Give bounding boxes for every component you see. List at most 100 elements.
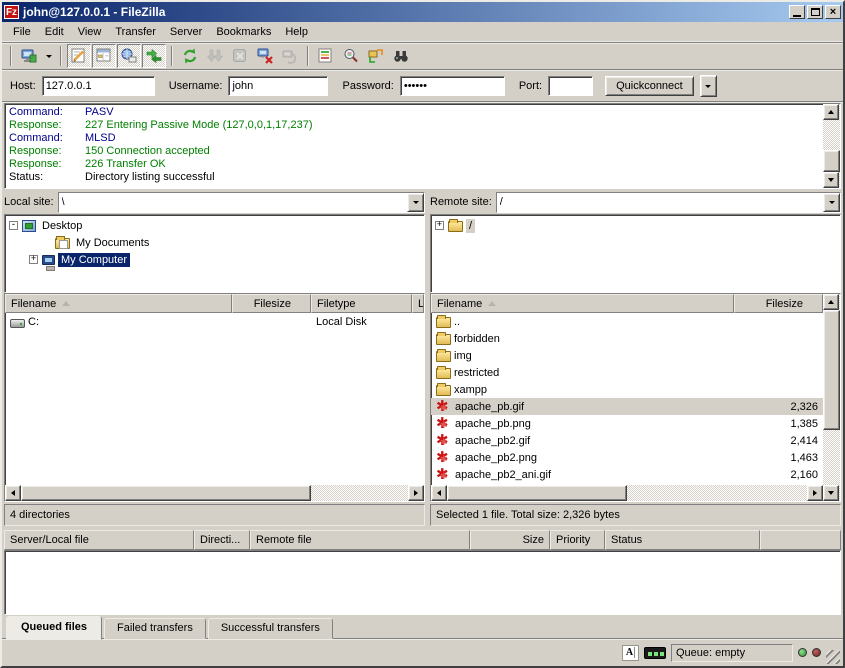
scroll-left-button[interactable]	[431, 485, 447, 501]
log-entry-text: 150 Connection accepted	[85, 145, 210, 158]
local-site-input[interactable]	[59, 193, 407, 212]
file-row[interactable]: apache_pb2.gif 2,414	[431, 432, 823, 449]
site-manager-button[interactable]	[17, 44, 41, 68]
column-header[interactable]: Filesize	[734, 294, 823, 313]
column-header[interactable]: Filesize	[232, 294, 311, 313]
remote-list-vscrollbar[interactable]	[823, 294, 840, 501]
menu-item[interactable]: Bookmarks	[209, 24, 278, 40]
menu-item[interactable]: View	[71, 24, 109, 40]
scrollbar-thumb[interactable]	[447, 485, 627, 501]
file-icon	[436, 385, 451, 396]
synchronized-browsing-button[interactable]	[364, 44, 388, 68]
file-icon	[436, 334, 451, 345]
tree-item-label[interactable]: My Documents	[73, 236, 152, 250]
queue-column-header[interactable]: Directi...	[194, 530, 250, 550]
refresh-button[interactable]	[178, 44, 202, 68]
tree-item[interactable]: My Documents	[5, 234, 424, 251]
tree-item-label[interactable]: /	[466, 219, 475, 233]
chevron-down-icon	[46, 55, 52, 61]
reconnect-button[interactable]	[278, 44, 302, 68]
queue-column-header[interactable]: Remote file	[250, 530, 470, 550]
queue-tab[interactable]: Failed transfers	[104, 618, 206, 639]
toggle-message-log-button[interactable]	[67, 44, 91, 68]
port-input[interactable]	[548, 76, 593, 96]
menu-item[interactable]: File	[6, 24, 38, 40]
tree-item[interactable]: + My Computer	[5, 251, 424, 268]
scroll-right-button[interactable]	[807, 485, 823, 501]
queue-column-header[interactable]: Size	[470, 530, 550, 550]
host-input[interactable]	[42, 76, 155, 96]
scrollbar-thumb[interactable]	[823, 310, 840, 430]
queue-tab[interactable]: Successful transfers	[208, 618, 333, 639]
queue-column-header[interactable]	[760, 530, 841, 550]
file-row[interactable]: ..	[431, 313, 823, 330]
column-header-label: Filetype	[317, 298, 356, 310]
column-header[interactable]: Filename	[431, 294, 734, 313]
close-button[interactable]: ×	[825, 5, 841, 19]
scroll-up-button[interactable]	[823, 294, 839, 310]
file-row[interactable]: restricted	[431, 364, 823, 381]
filter-button[interactable]	[314, 44, 338, 68]
scrollbar-thumb[interactable]	[21, 485, 311, 501]
menu-item[interactable]: Transfer	[108, 24, 163, 40]
file-list-panes: Filename Filesize Filetype	[2, 293, 843, 502]
toggle-remote-tree-button[interactable]	[117, 44, 141, 68]
tree-item[interactable]: - Desktop	[5, 217, 424, 234]
tree-item-label[interactable]: My Computer	[58, 253, 130, 267]
toggle-local-tree-button[interactable]	[92, 44, 116, 68]
message-log: Command: PASV Response: 227 Entering Pas…	[5, 104, 823, 188]
file-row[interactable]: C: Local Disk	[5, 313, 424, 330]
queue-column-header[interactable]: Status	[605, 530, 760, 550]
file-row[interactable]: img	[431, 347, 823, 364]
scroll-down-button[interactable]	[823, 172, 839, 188]
file-row[interactable]: apache_pb2.png 1,463	[431, 449, 823, 466]
scroll-up-button[interactable]	[823, 104, 839, 120]
toggle-transfer-queue-button[interactable]	[142, 44, 166, 68]
queue-tab[interactable]: Queued files	[6, 616, 102, 640]
tree-item[interactable]: + /	[431, 217, 840, 234]
scroll-left-button[interactable]	[5, 485, 21, 501]
column-header[interactable]: Filetype	[311, 294, 412, 313]
file-row[interactable]: xampp	[431, 381, 823, 398]
password-input[interactable]	[400, 76, 505, 96]
quickconnect-bar: Host: Username: Password: Port: Quickcon…	[2, 70, 843, 102]
file-icon	[436, 417, 452, 431]
local-list-hscrollbar[interactable]	[5, 485, 424, 501]
maximize-button[interactable]	[807, 5, 823, 19]
file-row[interactable]: apache_pb.gif 2,326	[431, 398, 823, 415]
scrollbar-thumb[interactable]	[823, 150, 840, 172]
file-row[interactable]: apache_pb.png 1,385	[431, 415, 823, 432]
quickconnect-button[interactable]: Quickconnect	[605, 76, 694, 96]
column-header[interactable]: L	[412, 294, 424, 313]
tree-expander[interactable]: +	[435, 221, 444, 230]
file-row[interactable]: apache_pb2_ani.gif 2,160	[431, 466, 823, 483]
menu-item[interactable]: Help	[278, 24, 315, 40]
disconnect-button[interactable]	[253, 44, 277, 68]
menu-item[interactable]: Edit	[38, 24, 71, 40]
cancel-button[interactable]	[228, 44, 252, 68]
quickconnect-dropdown-button[interactable]	[700, 75, 717, 97]
remote-site-dropdown-button[interactable]	[823, 193, 840, 212]
find-files-button[interactable]	[389, 44, 413, 68]
tree-item-label[interactable]: Desktop	[39, 219, 85, 233]
local-site-dropdown-button[interactable]	[407, 193, 424, 212]
queue-column-header[interactable]: Priority	[550, 530, 605, 550]
tree-expander[interactable]: +	[29, 255, 38, 264]
minimize-button[interactable]	[789, 5, 805, 19]
remote-list-hscrollbar[interactable]	[431, 485, 823, 501]
menu-item[interactable]: Server	[163, 24, 209, 40]
username-input[interactable]	[228, 76, 328, 96]
column-header[interactable]: Filename	[5, 294, 232, 313]
file-row[interactable]: forbidden	[431, 330, 823, 347]
tree-expander[interactable]: -	[9, 221, 18, 230]
process-queue-button[interactable]	[203, 44, 227, 68]
resize-grip[interactable]	[826, 650, 840, 664]
scroll-down-button[interactable]	[823, 485, 839, 501]
message-log-icon	[70, 47, 88, 65]
remote-site-input[interactable]	[497, 193, 823, 212]
site-manager-dropdown-button[interactable]	[42, 44, 55, 68]
log-scrollbar[interactable]	[823, 104, 840, 188]
queue-column-header[interactable]: Server/Local file	[4, 530, 194, 550]
directory-comparison-button[interactable]	[339, 44, 363, 68]
scroll-right-button[interactable]	[408, 485, 424, 501]
